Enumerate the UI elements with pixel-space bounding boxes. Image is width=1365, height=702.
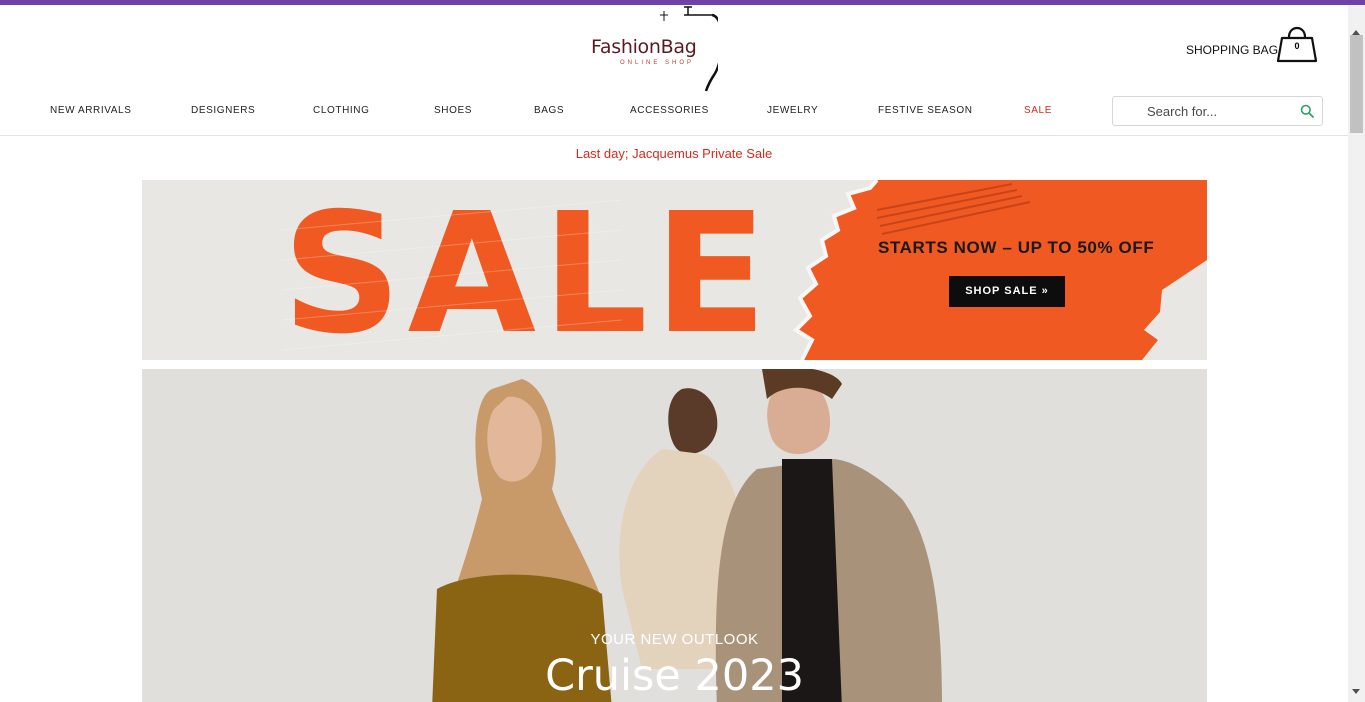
- shopping-bag-label: SHOPPING BAG: [1186, 42, 1279, 57]
- nav-item-festive-season[interactable]: FESTIVE SEASON: [878, 105, 973, 116]
- sale-banner[interactable]: SALE STARTS NOW – UP TO 50% OFF SHOP SAL…: [142, 180, 1207, 360]
- logo-text: FashionBag: [591, 36, 697, 58]
- header-divider: [0, 135, 1348, 136]
- nav-item-shoes[interactable]: SHOES: [434, 105, 472, 116]
- nav-item-bags[interactable]: BAGS: [534, 105, 564, 116]
- nav-item-accessories[interactable]: ACCESSORIES: [630, 105, 709, 116]
- search-icon[interactable]: [1300, 104, 1314, 118]
- bag-count-badge: 0: [1294, 41, 1300, 51]
- sale-banner-headline: STARTS NOW – UP TO 50% OFF: [878, 238, 1155, 257]
- shop-sale-button[interactable]: SHOP SALE »: [949, 276, 1065, 307]
- page-scrollbar[interactable]: [1348, 5, 1365, 702]
- sale-banner-texture: [282, 200, 622, 350]
- sale-banner-torn-paper: [792, 180, 1207, 360]
- scroll-thumb[interactable]: [1350, 35, 1363, 133]
- page: FashionBag ONLINE SHOP SHOPPING BAG 0 NE…: [0, 5, 1348, 702]
- hero-title: Cruise 2023: [545, 651, 804, 701]
- shopping-bag-icon: 0: [1276, 19, 1318, 63]
- nav-item-new-arrivals[interactable]: NEW ARRIVALS: [50, 105, 131, 116]
- logo-subtitle: ONLINE SHOP: [620, 60, 695, 66]
- hero-eyebrow: YOUR NEW OUTLOOK: [590, 631, 759, 648]
- search-input[interactable]: [1145, 103, 1299, 120]
- promo-message-link[interactable]: Last day; Jacquemus Private Sale: [0, 146, 1348, 161]
- nav-item-clothing[interactable]: CLOTHING: [313, 105, 369, 116]
- search-box: [1112, 96, 1323, 126]
- hero-banner[interactable]: YOUR NEW OUTLOOK Cruise 2023: [142, 369, 1207, 702]
- scroll-down-arrow-icon[interactable]: [1352, 689, 1360, 694]
- site-logo[interactable]: FashionBag ONLINE SHOP: [588, 5, 728, 93]
- nav-item-jewelry[interactable]: JEWELRY: [767, 105, 818, 116]
- shopping-bag-link[interactable]: SHOPPING BAG 0: [1186, 26, 1318, 63]
- nav-item-designers[interactable]: DESIGNERS: [191, 105, 255, 116]
- nav-item-sale[interactable]: SALE: [1024, 105, 1052, 116]
